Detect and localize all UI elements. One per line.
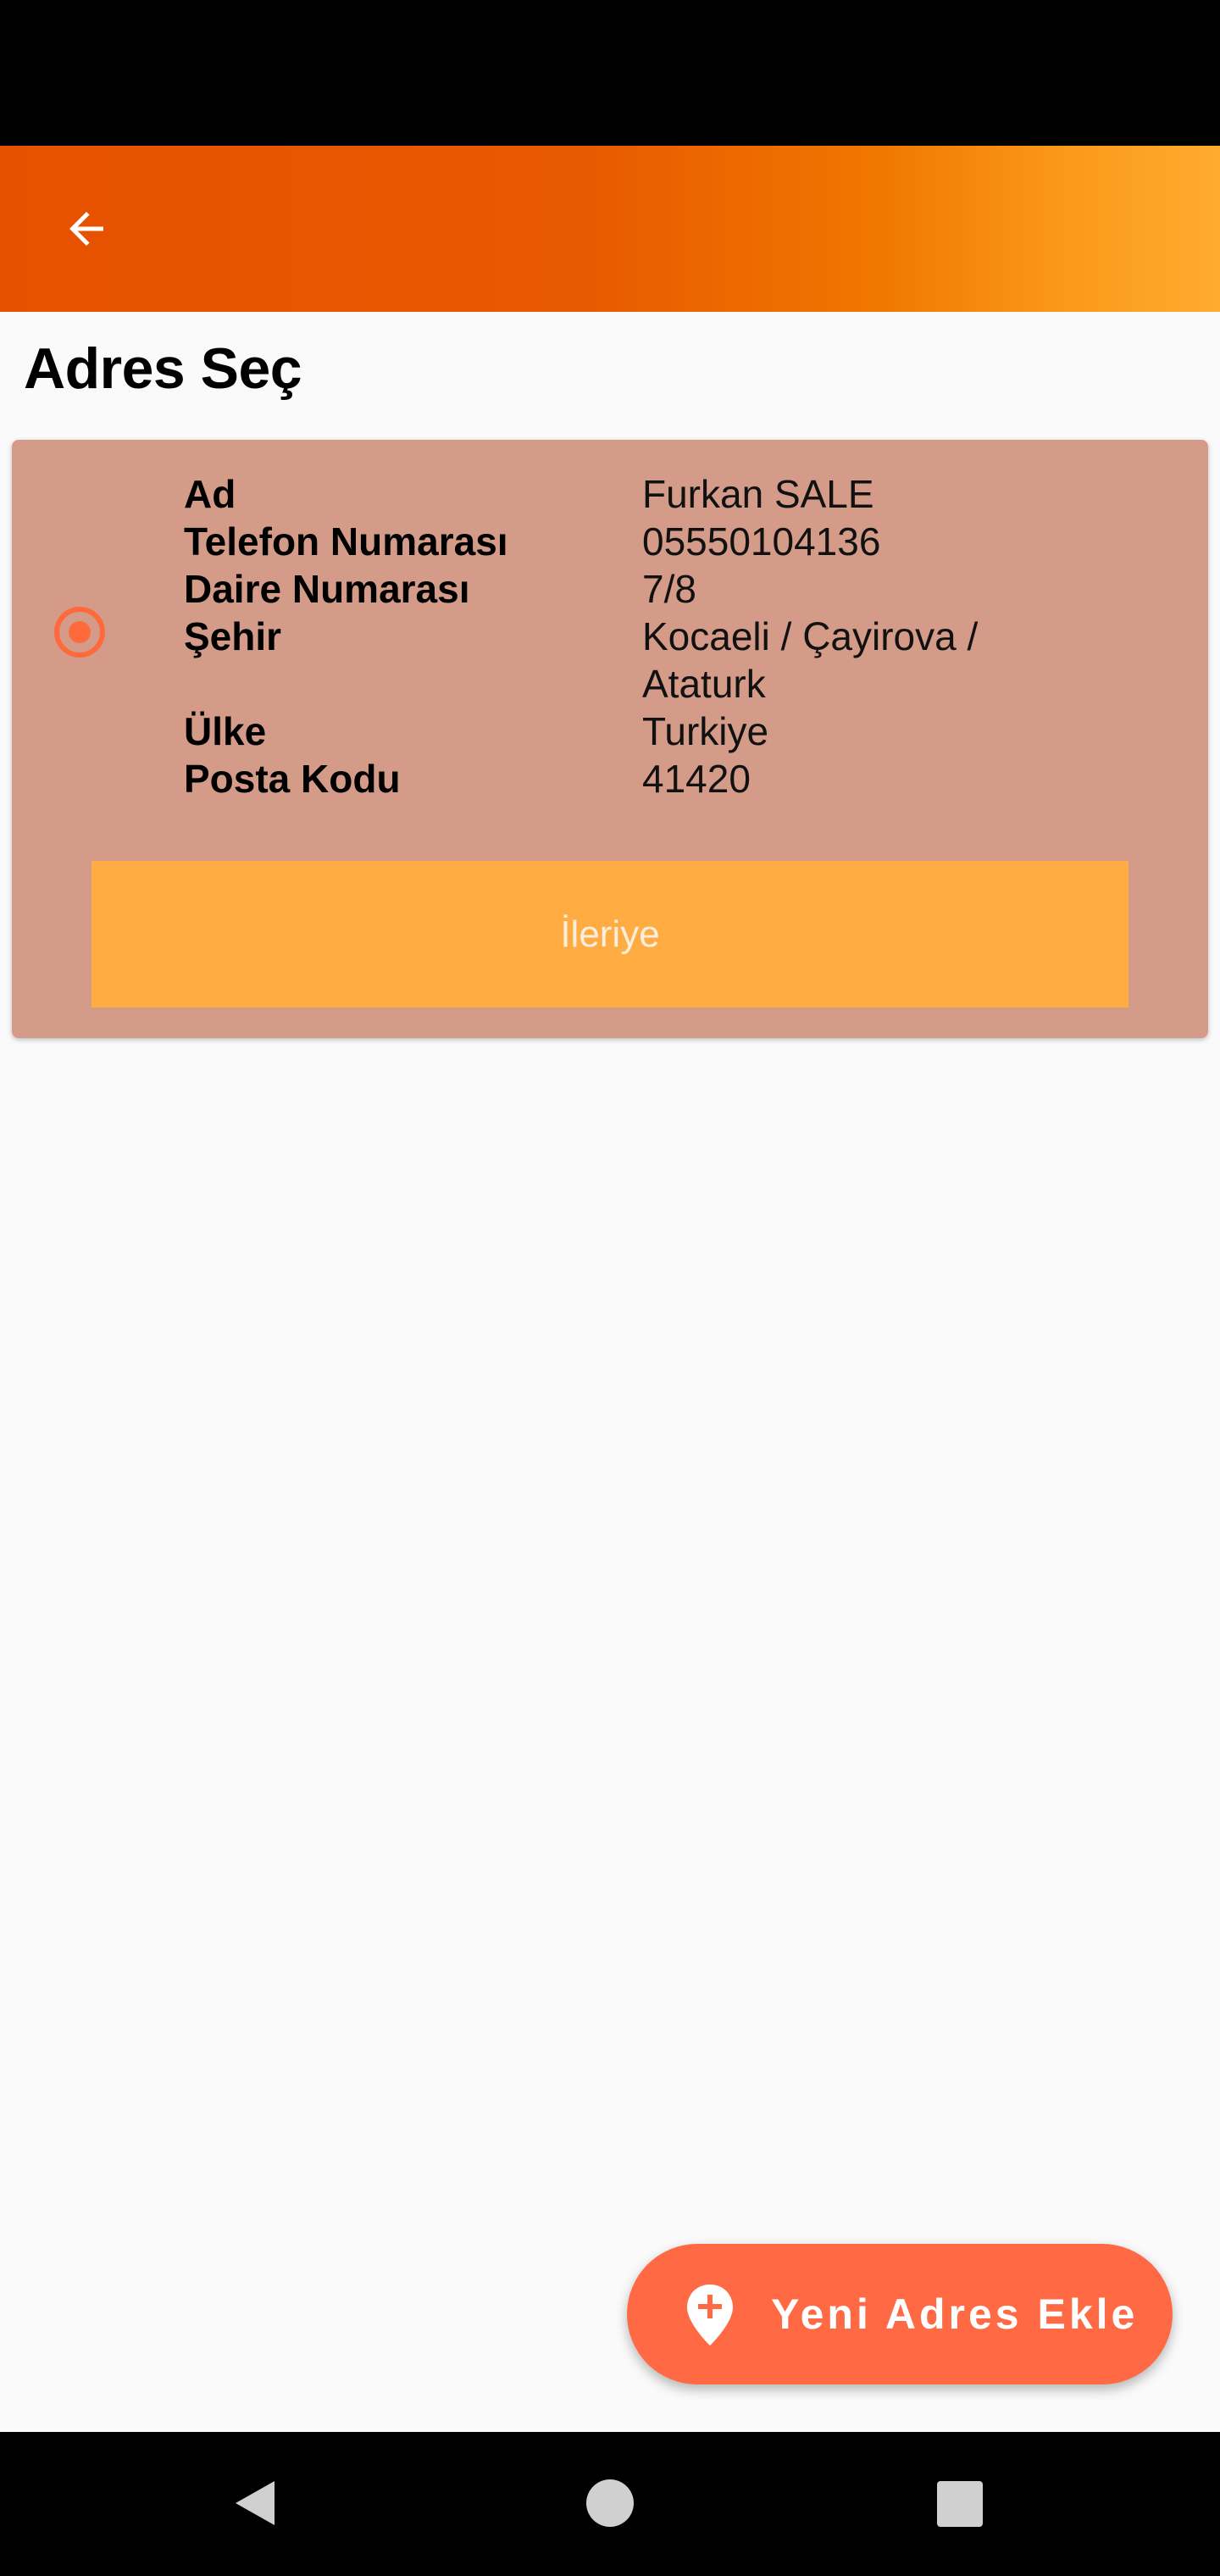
value-apartment: 7/8 <box>642 567 696 611</box>
value-postal-code: 41420 <box>642 757 751 801</box>
page-title: Adres Seç <box>24 336 302 401</box>
navigation-bar <box>0 2432 1220 2576</box>
value-country: Turkiye <box>642 709 769 753</box>
add-new-address-button[interactable]: Yeni Adres Ekle <box>627 2244 1173 2384</box>
back-button[interactable] <box>47 190 125 268</box>
nav-home-icon[interactable] <box>586 2479 634 2527</box>
value-phone: 05550104136 <box>642 519 881 564</box>
app-bar <box>0 146 1220 312</box>
label-apartment: Daire Numarası <box>184 567 470 611</box>
add-new-address-label: Yeni Adres Ekle <box>771 2290 1139 2338</box>
label-country: Ülke <box>184 709 267 753</box>
nav-recents-icon[interactable] <box>937 2481 983 2527</box>
nav-back-icon[interactable] <box>230 2478 278 2529</box>
radio-selected-dot <box>69 621 91 643</box>
status-bar <box>0 0 1220 146</box>
arrow-left-icon <box>69 212 103 246</box>
label-name: Ad <box>184 472 236 516</box>
label-postal-code: Posta Kodu <box>184 757 401 801</box>
value-city-line-2: Ataturk <box>642 662 766 706</box>
add-location-icon <box>687 2285 733 2346</box>
label-city: Şehir <box>184 614 282 658</box>
next-button[interactable]: İleriye <box>92 861 1128 1008</box>
value-city-line-1: Kocaeli / Çayirova / <box>642 614 979 658</box>
label-phone: Telefon Numarası <box>184 519 508 564</box>
value-name: Furkan SALE <box>642 472 874 516</box>
address-radio-button[interactable] <box>54 607 105 658</box>
